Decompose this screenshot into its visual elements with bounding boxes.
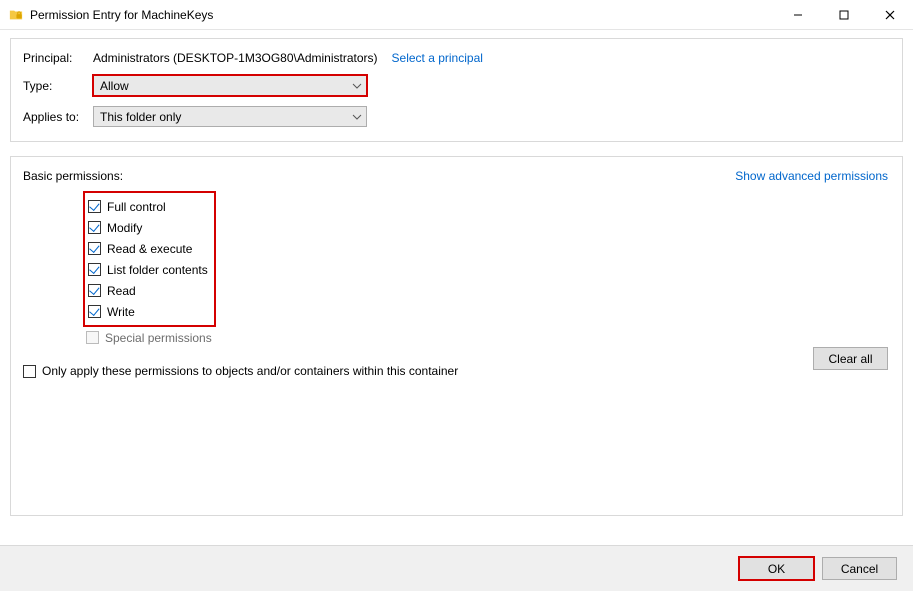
cancel-button[interactable]: Cancel [822, 557, 897, 580]
applies-label: Applies to: [23, 110, 93, 124]
only-apply-row[interactable]: Only apply these permissions to objects … [23, 364, 890, 378]
ok-button[interactable]: OK [739, 557, 814, 580]
checkbox[interactable] [88, 221, 101, 234]
minimize-button[interactable] [775, 0, 821, 30]
checkbox[interactable] [88, 263, 101, 276]
perm-full-control[interactable]: Full control [88, 196, 208, 217]
chevron-down-icon [352, 112, 362, 122]
select-principal-link[interactable]: Select a principal [392, 51, 483, 65]
applies-value: This folder only [100, 110, 181, 124]
permissions-panel: Basic permissions: Show advanced permiss… [10, 156, 903, 516]
perm-list-folder[interactable]: List folder contents [88, 259, 208, 280]
applies-dropdown[interactable]: This folder only [93, 106, 367, 127]
checkbox [86, 331, 99, 344]
perm-write[interactable]: Write [88, 301, 208, 322]
type-value: Allow [100, 79, 129, 93]
clear-all-button[interactable]: Clear all [813, 347, 888, 370]
folder-lock-icon [8, 7, 24, 23]
checkbox[interactable] [88, 284, 101, 297]
window-title: Permission Entry for MachineKeys [30, 8, 213, 22]
principal-panel: Principal: Administrators (DESKTOP-1M3OG… [10, 38, 903, 142]
titlebar: Permission Entry for MachineKeys [0, 0, 913, 30]
principal-label: Principal: [23, 51, 93, 65]
show-advanced-link[interactable]: Show advanced permissions [735, 169, 888, 183]
perm-special: Special permissions [86, 327, 890, 348]
checkbox[interactable] [88, 242, 101, 255]
checkbox[interactable] [88, 305, 101, 318]
only-apply-label: Only apply these permissions to objects … [42, 364, 458, 378]
principal-value: Administrators (DESKTOP-1M3OG80\Administ… [93, 51, 378, 65]
type-dropdown[interactable]: Allow [93, 75, 367, 96]
perm-read[interactable]: Read [88, 280, 208, 301]
perm-modify[interactable]: Modify [88, 217, 208, 238]
only-apply-checkbox[interactable] [23, 365, 36, 378]
close-button[interactable] [867, 0, 913, 30]
perm-read-execute[interactable]: Read & execute [88, 238, 208, 259]
basic-permissions-group: Full control Modify Read & execute List … [83, 191, 216, 327]
maximize-button[interactable] [821, 0, 867, 30]
dialog-footer: OK Cancel [0, 545, 913, 591]
chevron-down-icon [352, 81, 362, 91]
checkbox[interactable] [88, 200, 101, 213]
type-label: Type: [23, 79, 93, 93]
